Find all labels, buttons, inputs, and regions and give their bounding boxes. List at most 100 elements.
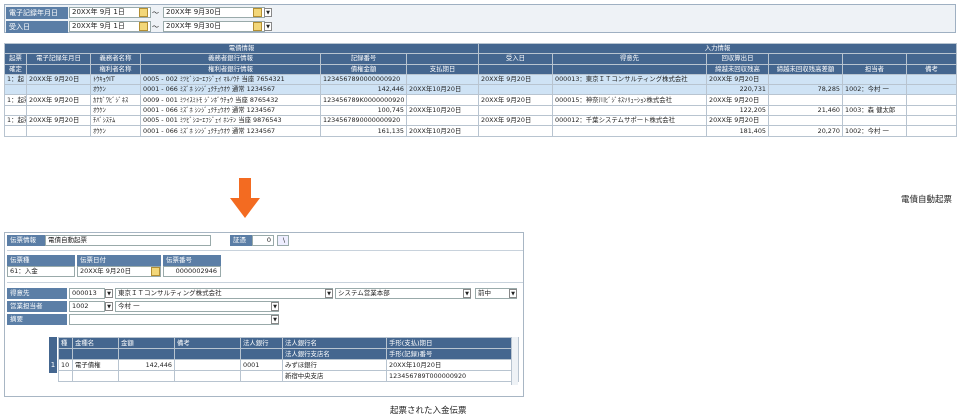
grid-cell[interactable]: ｶﾅｶﾞﾜﾋﾞｼﾞﾈｽ <box>90 94 141 106</box>
grid-cell[interactable] <box>842 115 907 127</box>
col-header[interactable]: 備考 <box>174 337 241 349</box>
grid-cell[interactable] <box>4 125 27 137</box>
grid-row[interactable]: ｵｳｹﾝ 0001 - 066 ﾐｽﾞﾎ ｼﾝｼﾞｭｸﾁｭｳｵｳ 通常 12345… <box>4 125 957 137</box>
chevron-down-icon[interactable]: ▼ <box>509 289 517 298</box>
cell[interactable]: 10 <box>58 359 73 371</box>
grid-row[interactable]: 1：起票20XX年 9月20日ｶﾅｶﾞﾜﾋﾞｼﾞﾈｽ0009 - 001 ﾐﾂｲ… <box>4 94 957 106</box>
grid-cell[interactable] <box>768 94 843 106</box>
grid-cell[interactable]: 1：起 <box>4 73 27 86</box>
calendar-icon[interactable] <box>139 8 148 17</box>
grid-cell[interactable]: 220,731 <box>706 84 769 96</box>
grid-cell[interactable] <box>842 73 907 86</box>
grid-cell[interactable]: 20XX年 9月20日 <box>478 94 553 106</box>
cell[interactable] <box>118 370 175 382</box>
cell[interactable] <box>174 359 241 371</box>
cell[interactable]: 123456789T000000920 <box>386 370 519 382</box>
grid-cell[interactable] <box>906 115 957 127</box>
grid-cell[interactable]: ｵｳｹﾝ <box>90 125 141 137</box>
grid-cell[interactable]: 181,405 <box>706 125 769 137</box>
grid-cell[interactable]: 20XX年 9月20日 <box>706 73 769 86</box>
customer-code-input[interactable]: 000013 <box>69 288 105 299</box>
col-header[interactable]: 締越未回収残高 <box>706 63 769 75</box>
col-header[interactable]: 受入日 <box>478 53 553 65</box>
grid-cell[interactable] <box>768 115 843 127</box>
col-header[interactable]: 法人銀行支店名 <box>282 348 387 360</box>
col-header[interactable] <box>58 348 73 360</box>
grid-cell[interactable]: 0009 - 001 ﾐﾂｲｽﾐﾄﾓ ｼﾞﾝﾎﾞｳﾁｮｳ 当座 8765432 <box>140 94 321 106</box>
chevron-down-icon[interactable]: ▼ <box>463 289 471 298</box>
grid-row[interactable]: 1：起 20XX年 9月20日 ﾄｳｷｮｳIT 0005 - 002 ﾐﾂﾋﾞｼﾕｰｴ… <box>4 73 957 86</box>
col-header[interactable] <box>406 53 479 65</box>
grid-row[interactable]: 1：起票20XX年 9月20日ﾁﾊﾞｼｽﾃﾑ0005 - 001 ﾐﾂﾋﾞｼﾕｰ… <box>4 115 957 127</box>
receive-date-to-input[interactable]: 20XX年 9月30日 <box>163 21 265 32</box>
chevron-down-icon[interactable]: ▼ <box>271 315 279 324</box>
col-header[interactable]: 金種名 <box>72 337 119 349</box>
col-header[interactable]: 締越未回収残高差額 <box>768 63 843 75</box>
grid-cell[interactable]: 1234567890000000920 <box>320 73 407 86</box>
cell[interactable]: 142,446 <box>118 359 175 371</box>
grid-cell[interactable]: 1003：森 健太郎 <box>842 104 907 117</box>
grid-cell[interactable] <box>906 73 957 86</box>
dept-select[interactable]: システム営業本部 <box>335 288 471 299</box>
col-header[interactable] <box>118 348 175 360</box>
grid-cell[interactable] <box>552 84 707 96</box>
calendar-icon[interactable] <box>139 22 148 31</box>
col-header[interactable]: 義務者名称 <box>90 53 141 65</box>
cell[interactable] <box>72 370 119 382</box>
col-header[interactable]: 金額 <box>118 337 175 349</box>
col-header[interactable]: 担当者 <box>842 63 907 75</box>
col-header[interactable]: 回収算出日 <box>706 53 769 65</box>
grid-cell[interactable]: 20XX年10月20日 <box>406 125 479 137</box>
grid-cell[interactable] <box>768 73 843 86</box>
grid-cell[interactable]: 0001 - 066 ﾐｽﾞﾎ ｼﾝｼﾞｭｸﾁｭｳｵｳ 通常 1234567 <box>140 84 321 96</box>
grid-cell[interactable]: 0001 - 066 ﾐｽﾞﾎ ｼﾝｼﾞｭｸﾁｭｳｵｳ 通常 1234567 <box>140 104 321 117</box>
chevron-down-icon[interactable]: ▼ <box>105 289 113 298</box>
customer-name-select[interactable]: 東京ＩＴコンサルティング株式会社 <box>115 288 333 299</box>
col-header[interactable]: 手形(記録)番号 <box>386 348 519 360</box>
grid-cell[interactable]: 20XX年 9月20日 <box>706 94 769 106</box>
cell[interactable] <box>240 370 283 382</box>
scrollbar[interactable] <box>511 337 518 385</box>
cell[interactable] <box>174 370 241 382</box>
grid-cell[interactable]: 20XX年 9月20日 <box>26 94 91 106</box>
grid-cell[interactable]: 122,205 <box>706 104 769 117</box>
grid-row[interactable]: ｵｳｹﾝ 0001 - 066 ﾐｽﾞﾎ ｼﾝｼﾞｭｸﾁｭｳｵｳ 通常 12345… <box>4 104 957 117</box>
grid-cell[interactable]: ﾁﾊﾞｼｽﾃﾑ <box>90 115 141 127</box>
col-header[interactable] <box>240 348 283 360</box>
col-header[interactable]: 確定 <box>4 63 27 75</box>
grid-cell[interactable]: 0005 - 002 ﾐﾂﾋﾞｼﾕｰｴﾌｼﾞｪｲ ﾏﾙﾉｳﾁ 当座 765432… <box>140 73 321 86</box>
grid-cell[interactable] <box>406 94 479 106</box>
grid-cell[interactable] <box>906 125 957 137</box>
grid-cell[interactable]: 161,135 <box>320 125 407 137</box>
col-header[interactable]: 手形(支払)期日 <box>386 337 519 349</box>
col-header[interactable]: 権利者銀行情報 <box>140 63 321 75</box>
cell[interactable]: 電子債権 <box>72 359 119 371</box>
cell[interactable]: みずほ銀行 <box>282 359 387 371</box>
grid-cell[interactable]: 1002：今村 一 <box>842 125 907 137</box>
grid-cell[interactable]: 1002：今村 一 <box>842 84 907 96</box>
grid-cell[interactable] <box>4 84 27 96</box>
grid-cell[interactable] <box>478 84 553 96</box>
record-date-to-input[interactable]: 20XX年 9月30日 <box>163 7 265 18</box>
grid-cell[interactable] <box>478 125 553 137</box>
grid-cell[interactable] <box>4 104 27 117</box>
memo-select[interactable] <box>69 314 279 325</box>
grid-cell[interactable]: ｵｳｹﾝ <box>90 84 141 96</box>
col-header[interactable]: 支払期日 <box>406 63 479 75</box>
calendar-icon[interactable] <box>151 267 160 276</box>
grid-row[interactable]: ｵｳｹﾝ 0001 - 066 ﾐｽﾞﾎ ｼﾝｼﾞｭｸﾁｭｳｵｳ 通常 12345… <box>4 84 957 96</box>
calendar-icon[interactable] <box>253 8 262 17</box>
grid-cell[interactable]: 20XX年 9月20日 <box>26 73 91 86</box>
grid-cell[interactable]: 21,460 <box>768 104 843 117</box>
grid-cell[interactable] <box>906 94 957 106</box>
grid-cell[interactable] <box>26 104 91 117</box>
staff-name-select[interactable]: 今村 一 <box>115 301 279 312</box>
col-header[interactable]: 義務者銀行情報 <box>140 53 321 65</box>
chevron-down-icon[interactable]: ▼ <box>264 8 272 17</box>
calendar-icon[interactable] <box>253 22 262 31</box>
grid-cell[interactable] <box>406 73 479 86</box>
grid-cell[interactable]: 1：起票 <box>4 115 27 127</box>
grid-cell[interactable]: 000013：東京ＩＴコンサルティング株式会社 <box>552 73 707 86</box>
grid-cell[interactable]: 000015：神奈川ﾋﾞｼﾞﾈｽｿﾘｭｰｼｮﾝ株式会社 <box>552 94 707 106</box>
grid-cell[interactable]: ﾄｳｷｮｳIT <box>90 73 141 86</box>
